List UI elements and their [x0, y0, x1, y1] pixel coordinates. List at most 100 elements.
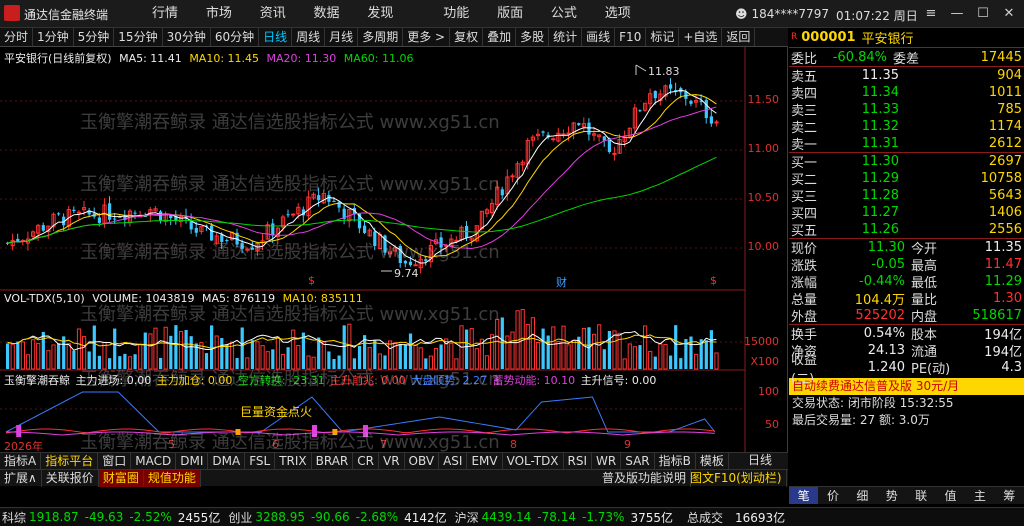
mark-button[interactable]: 标记 — [646, 28, 680, 46]
menu-function[interactable]: 功能 — [409, 0, 481, 28]
add-watchlist-button[interactable]: +自选 — [679, 28, 723, 46]
period-60min[interactable]: 60分钟 — [211, 28, 260, 46]
finance-mark[interactable]: 财 — [556, 274, 567, 290]
stats-button[interactable]: 统计 — [549, 28, 583, 46]
index-quote[interactable]: 科综 1918.87 -49.63 -2.52% 2455亿 — [2, 509, 228, 526]
side-tab-value[interactable]: 值 — [936, 487, 965, 504]
tab-obv[interactable]: OBV — [405, 453, 440, 470]
user-account[interactable]: ☻ 184****7797 — [735, 7, 829, 21]
tab-rsi[interactable]: RSI — [564, 453, 593, 470]
bid-row[interactable]: 买五 11.26 2556 — [789, 221, 1024, 239]
side-tab-related[interactable]: 联 — [907, 487, 936, 504]
tab-window[interactable]: 窗口 — [98, 453, 132, 470]
period-5min[interactable]: 5分钟 — [74, 28, 115, 46]
bid-row[interactable]: 买三 11.28 5643 — [789, 187, 1024, 205]
index-quote[interactable]: 创业 3288.95 -90.66 -2.68% 4142亿 — [228, 509, 454, 526]
tab-fsl[interactable]: FSL — [245, 453, 276, 470]
period-minute-chart[interactable]: 分时 — [0, 28, 34, 46]
side-tab-detail[interactable]: 细 — [848, 487, 877, 504]
tab-sar[interactable]: SAR — [621, 453, 655, 470]
menu-data[interactable]: 数据 — [302, 0, 352, 28]
side-tab-chips[interactable]: 筹 — [995, 487, 1024, 504]
tab-asi[interactable]: ASI — [439, 453, 468, 470]
period-day[interactable]: 日线 — [259, 28, 293, 46]
period-15min[interactable]: 15分钟 — [114, 28, 163, 46]
bid-row[interactable]: 买一 11.30 2697 — [789, 153, 1024, 171]
menu-quotes[interactable]: 行情 — [140, 0, 190, 28]
draw-button[interactable]: 画线 — [582, 28, 616, 46]
side-tab-trend[interactable]: 势 — [877, 487, 906, 504]
price-axis-1100: 11.00 — [747, 142, 780, 155]
dividend-mark-icon[interactable]: $ — [308, 274, 315, 287]
multi-stock-button[interactable]: 多股 — [516, 28, 550, 46]
side-tab-tick[interactable]: 笔 — [789, 487, 819, 504]
side-tab-main[interactable]: 主 — [965, 487, 994, 504]
valuation-tab[interactable]: 规值功能 — [143, 470, 201, 487]
last-trade: 最后交易量: 27 额: 3.0万 — [792, 413, 930, 427]
order-ratio-row: 委比 -60.84% 委差 17445 — [791, 49, 1022, 67]
settings-icon[interactable]: ≡ — [918, 4, 944, 24]
menu-layout[interactable]: 版面 — [485, 0, 535, 28]
ask-row[interactable]: 卖五 11.35 904 — [789, 67, 1024, 85]
high-price-label: 11.83 — [648, 65, 680, 78]
period-multi[interactable]: 多周期 — [358, 28, 404, 46]
f10-scroll-tab[interactable]: 图文F10(划动栏) — [686, 470, 787, 487]
extension-bar: 扩展∧ 关联报价 财富圈 规值功能 普及版功能说明 图文F10(划动栏) — [0, 469, 788, 487]
dividend-mark-icon-2[interactable]: $ — [710, 274, 717, 287]
related-quotes-tab[interactable]: 关联报价 — [42, 470, 99, 487]
tab-indicator-b[interactable]: 指标B — [655, 453, 696, 470]
tab-wr[interactable]: WR — [592, 453, 622, 470]
quote-side-tabs: 笔 价 细 势 联 值 主 筹 — [789, 486, 1024, 504]
basic-help-link[interactable]: 普及版功能说明 — [598, 470, 692, 487]
side-tab-price[interactable]: 价 — [818, 487, 847, 504]
close-button[interactable]: ✕ — [996, 4, 1022, 24]
tab-dma[interactable]: DMA — [208, 453, 246, 470]
indicator-tabs: 指标A 指标平台 窗口 MACD DMI DMA FSL TRIX BRAR CR VR OBV ASI… — [0, 452, 788, 470]
promo-banner[interactable]: 自动续费通达信普及版 30元/月 — [789, 378, 1024, 395]
menu-market[interactable]: 市场 — [194, 0, 244, 28]
menu-news[interactable]: 资讯 — [248, 0, 298, 28]
tab-brar[interactable]: BRAR — [312, 453, 354, 470]
index-quote[interactable]: 沪深 4439.14 -78.14 -1.73% 3755亿 — [455, 509, 681, 526]
overlay-button[interactable]: 叠加 — [483, 28, 517, 46]
tab-emv[interactable]: EMV — [467, 453, 503, 470]
tab-vol-tdx[interactable]: VOL-TDX — [503, 453, 564, 470]
wealth-circle-tab[interactable]: 财富圈 — [98, 470, 144, 487]
ask-row[interactable]: 卖四 11.34 1011 — [789, 84, 1024, 102]
stat-row: 换手 0.54% 股本 194亿 — [791, 326, 1022, 343]
bid-row[interactable]: 买二 11.29 10758 — [789, 170, 1024, 188]
maximize-button[interactable]: ☐ — [970, 4, 996, 24]
back-button[interactable]: 返回 — [722, 28, 756, 46]
tab-indicator-a[interactable]: 指标A — [0, 453, 42, 470]
f10-button[interactable]: F10 — [615, 28, 647, 46]
tab-template[interactable]: 模板 — [696, 453, 729, 470]
menu-formula[interactable]: 公式 — [539, 0, 589, 28]
period-1min[interactable]: 1分钟 — [33, 28, 74, 46]
period-month[interactable]: 月线 — [325, 28, 359, 46]
tab-indicator-platform[interactable]: 指标平台 — [41, 453, 99, 470]
tab-trix[interactable]: TRIX — [275, 453, 312, 470]
minimize-button[interactable]: — — [944, 4, 970, 24]
menu-options[interactable]: 选项 — [593, 0, 643, 28]
tab-macd[interactable]: MACD — [131, 453, 177, 470]
bid-row[interactable]: 买四 11.27 1406 — [789, 204, 1024, 222]
ask-row[interactable]: 卖一 11.31 2612 — [789, 135, 1024, 153]
tab-cr[interactable]: CR — [353, 453, 379, 470]
tab-vr[interactable]: VR — [379, 453, 405, 470]
period-more[interactable]: 更多 > — [403, 28, 451, 46]
chart-area[interactable]: 平安银行(日线前复权) MA5: 11.41 MA10: 11.45 MA20:… — [0, 47, 788, 453]
indicator-axis-100: 100 — [758, 385, 779, 398]
ask-row[interactable]: 卖三 11.33 785 — [789, 101, 1024, 119]
period-week[interactable]: 周线 — [292, 28, 326, 46]
expand-button[interactable]: 扩展∧ — [0, 470, 42, 487]
period-30min[interactable]: 30分钟 — [163, 28, 211, 46]
quote-panel: R 000001 平安银行 委比 -60.84% 委差 17445 卖五 11.3… — [789, 28, 1024, 453]
period-label: 日线 — [748, 453, 773, 467]
menu-discover[interactable]: 发现 — [355, 0, 405, 28]
stat-row: 净资 24.13 流通 194亿 — [791, 343, 1022, 360]
ask-row[interactable]: 卖二 11.32 1174 — [789, 118, 1024, 136]
tab-dmi[interactable]: DMI — [176, 453, 209, 470]
adjust-button[interactable]: 复权 — [450, 28, 484, 46]
volume-axis-label: 15000 — [744, 335, 779, 348]
quote-stats-2: 换手0.54%股本194亿净资24.13流通194亿收益(二)1.240PE(动… — [789, 325, 1024, 387]
